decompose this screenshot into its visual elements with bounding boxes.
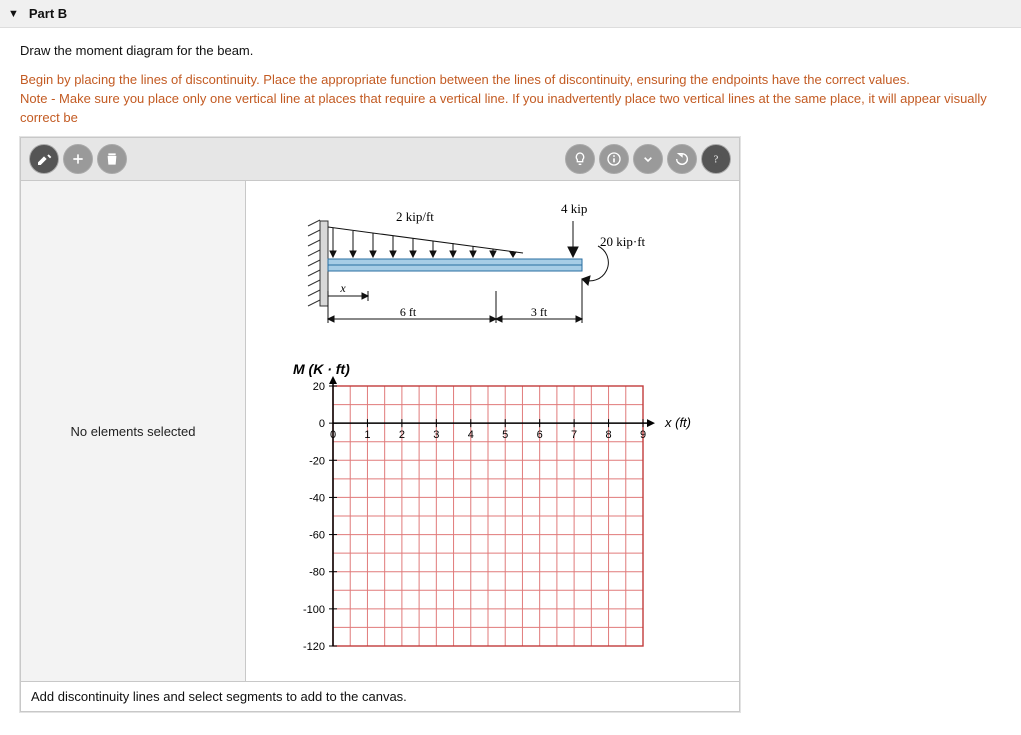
svg-text:4: 4 bbox=[467, 430, 473, 442]
moment-load-label: 20 kip·ft bbox=[600, 234, 646, 249]
pencil-icon bbox=[36, 151, 52, 167]
svg-text:1: 1 bbox=[364, 430, 370, 442]
draw-tool-button[interactable] bbox=[29, 144, 59, 174]
distributed-load-arrows bbox=[330, 228, 516, 257]
delete-tool-button[interactable] bbox=[97, 144, 127, 174]
moment-chart[interactable]: M (K · ft) 0 1 2 3 4 5 6 7 8 9 20 0 -20 -40 -60 -80 -100 -… bbox=[263, 356, 723, 666]
reset-button[interactable] bbox=[667, 144, 697, 174]
svg-text:9: 9 bbox=[639, 430, 645, 442]
part-header[interactable]: ▼ Part B bbox=[0, 0, 1021, 28]
add-tool-button[interactable] bbox=[63, 144, 93, 174]
beam-diagram: 2 kip/ft 4 kip 20 kip·ft bbox=[278, 191, 708, 356]
svg-text:?: ? bbox=[714, 155, 719, 166]
svg-text:5: 5 bbox=[502, 430, 508, 442]
bulb-icon bbox=[572, 151, 588, 167]
caret-down-icon: ▼ bbox=[8, 8, 19, 20]
svg-text:-60: -60 bbox=[309, 530, 325, 542]
svg-text:-40: -40 bbox=[309, 493, 325, 505]
drawing-panel: ? No elements selected bbox=[20, 137, 740, 712]
point-load-label: 4 kip bbox=[561, 201, 587, 216]
info-button[interactable] bbox=[599, 144, 629, 174]
info-icon bbox=[606, 151, 622, 167]
x-indicator bbox=[328, 291, 368, 301]
instruction-line-2a: Begin by placing the lines of discontinu… bbox=[20, 71, 1001, 90]
part-title: Part B bbox=[29, 6, 67, 21]
point-load bbox=[568, 221, 578, 257]
svg-text:x (ft): x (ft) bbox=[664, 416, 691, 431]
svg-text:-80: -80 bbox=[309, 567, 325, 579]
moment-load bbox=[582, 246, 608, 285]
question-icon: ? bbox=[708, 151, 724, 167]
footer-message: Add discontinuity lines and select segme… bbox=[21, 681, 739, 711]
plus-icon bbox=[70, 151, 86, 167]
span1-label: 6 ft bbox=[399, 305, 416, 319]
svg-text:-100: -100 bbox=[302, 604, 324, 616]
svg-text:2: 2 bbox=[398, 430, 404, 442]
instruction-line-2b: Note - Make sure you place only one vert… bbox=[20, 90, 1001, 128]
chevron-down-icon bbox=[640, 151, 656, 167]
selection-panel: No elements selected bbox=[21, 181, 246, 681]
hint-button[interactable] bbox=[565, 144, 595, 174]
more-button[interactable] bbox=[633, 144, 663, 174]
dist-load-label: 2 kip/ft bbox=[396, 209, 434, 224]
selection-caption: No elements selected bbox=[70, 424, 195, 439]
toolbar: ? bbox=[21, 138, 739, 181]
span2-label: 3 ft bbox=[530, 305, 547, 319]
canvas-area: No elements selected bbox=[21, 181, 739, 681]
svg-text:-120: -120 bbox=[302, 641, 324, 653]
svg-text:6: 6 bbox=[536, 430, 542, 442]
svg-text:0: 0 bbox=[318, 419, 324, 431]
svg-text:-20: -20 bbox=[309, 456, 325, 468]
svg-text:20: 20 bbox=[312, 381, 324, 393]
refresh-icon bbox=[674, 151, 690, 167]
instruction-line-1: Draw the moment diagram for the beam. bbox=[20, 42, 1001, 61]
svg-text:0: 0 bbox=[329, 430, 335, 442]
help-button[interactable]: ? bbox=[701, 144, 731, 174]
svg-text:M (K · ft): M (K · ft) bbox=[293, 361, 350, 377]
svg-text:8: 8 bbox=[605, 430, 611, 442]
svg-text:7: 7 bbox=[571, 430, 577, 442]
instructions-block: Draw the moment diagram for the beam. Be… bbox=[0, 28, 1021, 137]
x-var-label: x bbox=[339, 281, 346, 295]
svg-text:3: 3 bbox=[433, 430, 439, 442]
trash-icon bbox=[104, 151, 120, 167]
drawing-canvas[interactable]: 2 kip/ft 4 kip 20 kip·ft bbox=[246, 181, 739, 681]
